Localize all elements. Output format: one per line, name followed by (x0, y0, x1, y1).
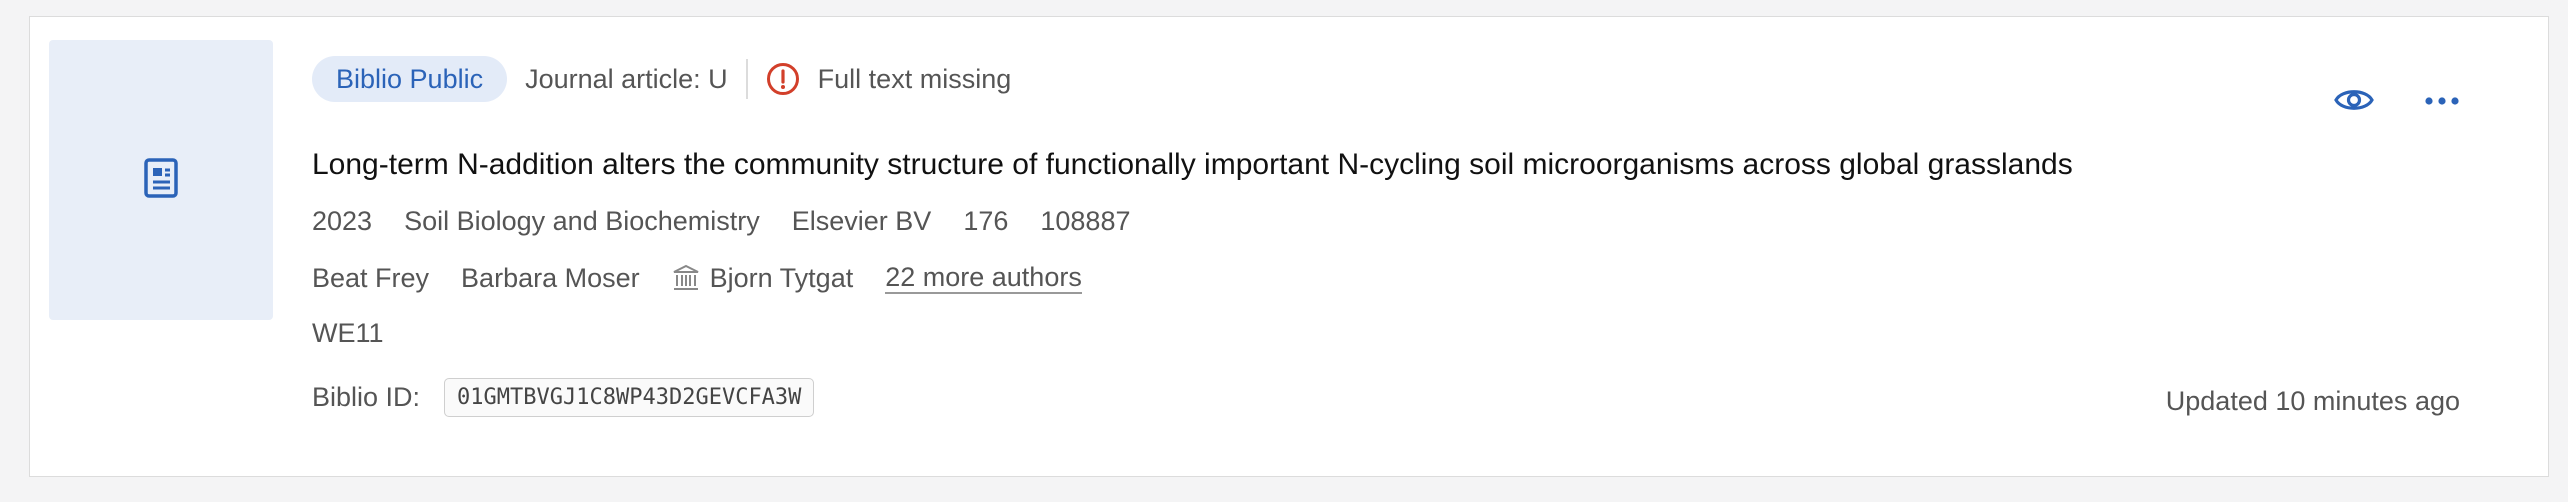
publication-year: 2023 (312, 206, 373, 236)
author-with-affiliation: Bjorn Tytgat (672, 262, 854, 294)
institution-icon (672, 264, 700, 292)
pages: 108887 (1040, 206, 1131, 236)
record-thumbnail[interactable] (49, 40, 273, 320)
publisher: Elsevier BV (791, 206, 932, 236)
biblio-id-row: Biblio ID: 01GMTBVGJ1C8WP43D2GEVCFA3W (312, 378, 815, 417)
journal-name: Soil Biology and Biochemistry (404, 206, 760, 236)
author-list: Beat Frey Barbara Moser Bjorn Tytgat 22 … (312, 262, 1082, 294)
record-actions (2332, 80, 2464, 124)
volume: 176 (963, 206, 1009, 236)
author-name: Bjorn Tytgat (709, 262, 854, 293)
document-icon (144, 157, 178, 203)
updated-timestamp: Updated 10 minutes ago (2165, 386, 2460, 416)
status-badge: Biblio Public (312, 56, 508, 102)
eye-icon (2334, 85, 2374, 120)
author: Beat Frey (312, 262, 430, 293)
more-horizontal-icon (2424, 93, 2460, 111)
biblio-id-value[interactable]: 01GMTBVGJ1C8WP43D2GEVCFA3W (444, 378, 815, 417)
department-code: WE11 (312, 318, 384, 348)
view-button[interactable] (2332, 80, 2376, 124)
publication-details: 2023 Soil Biology and Biochemistry Elsev… (312, 206, 1162, 237)
divider (745, 59, 748, 99)
biblio-id-label: Biblio ID: (312, 382, 421, 412)
author: Barbara Moser (461, 262, 640, 293)
record-type: Journal article: U (525, 63, 728, 94)
record-title[interactable]: Long-term N-addition alters the communit… (312, 148, 2073, 182)
record-meta-row: Biblio Public Journal article: U Full te… (312, 56, 1011, 102)
more-authors-link[interactable]: 22 more authors (885, 262, 1082, 294)
more-actions-button[interactable] (2420, 80, 2464, 124)
exclamation-circle-icon (766, 62, 800, 96)
full-text-warning: Full text missing (817, 63, 1012, 94)
divider (29, 476, 2549, 477)
